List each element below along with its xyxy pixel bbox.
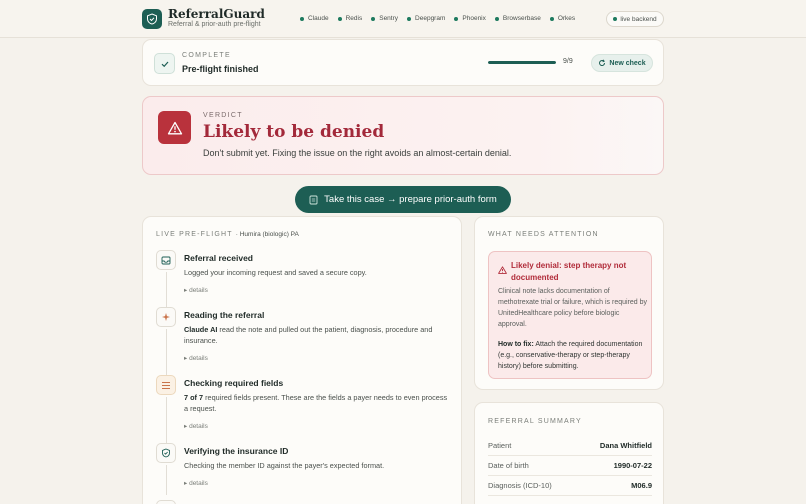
check-icon	[154, 53, 175, 74]
step-title: Referral received	[184, 253, 253, 263]
step-description: Claude AI read the note and pulled out t…	[184, 325, 433, 346]
step-connector	[166, 329, 167, 375]
status-dot-icon	[549, 16, 554, 21]
case-context: · Humira (biologic) PA	[235, 231, 299, 238]
step-verifying-insurance: Verifying the insurance ID Checking the …	[156, 443, 451, 503]
status-dot-icon	[407, 16, 412, 21]
service-status-list: Claude Redis Sentry Deepgram Phoenix Bro…	[300, 15, 575, 22]
verdict-title: Likely to be denied	[203, 122, 385, 142]
service-browserbase: Browserbase	[494, 15, 541, 22]
attention-header: WHAT NEEDS ATTENTION	[488, 231, 599, 238]
progress-text: 9/9	[563, 58, 573, 65]
shield-check-icon	[156, 443, 176, 463]
brand-name: ReferralGuard	[168, 7, 265, 21]
denial-alert: Likely denial: step therapy not document…	[488, 251, 652, 379]
status-dot-icon	[300, 16, 304, 21]
new-check-button[interactable]: New check	[591, 54, 653, 72]
step-details-toggle[interactable]: ▸ details	[184, 422, 208, 430]
backend-status-badge: live backend	[606, 11, 664, 27]
status-label: COMPLETE	[182, 52, 231, 59]
step-connector	[166, 397, 167, 443]
alert-fix: How to fix: Attach the required document…	[498, 341, 643, 370]
step-details-toggle[interactable]: ▸ details	[184, 479, 208, 487]
status-card: COMPLETE Pre-flight finished 9/9 New che…	[142, 39, 664, 86]
step-title: Checking required fields	[184, 378, 284, 388]
prepare-prior-auth-button[interactable]: Take this case → prepare prior-auth form	[295, 186, 511, 213]
step-details-toggle[interactable]: ▸ details	[184, 286, 208, 294]
alert-title: Likely denial: step therapy not document…	[511, 261, 627, 282]
alert-warning-icon	[498, 266, 507, 274]
attention-panel: WHAT NEEDS ATTENTION Likely denial: step…	[474, 216, 664, 390]
service-sentry: Sentry	[371, 15, 398, 22]
status-dot-icon	[454, 16, 459, 21]
service-claude: Claude	[300, 15, 329, 22]
top-bar: ReferralGuard Referral & prior-auth pre-…	[0, 0, 806, 38]
step-title: Verifying the insurance ID	[184, 446, 289, 456]
step-details-toggle[interactable]: ▸ details	[184, 354, 208, 362]
inbox-icon	[156, 250, 176, 270]
status-title: Pre-flight finished	[182, 64, 259, 74]
service-orkes: Orkes	[549, 15, 575, 22]
pending-step-icon	[156, 500, 176, 504]
step-next	[156, 500, 451, 504]
preflight-header: LIVE PRE-FLIGHT · Humira (biologic) PA	[156, 231, 299, 238]
progress-fill	[488, 61, 556, 64]
warning-icon	[158, 111, 191, 144]
status-dot-icon	[337, 16, 342, 21]
sparkle-icon	[156, 307, 176, 327]
summary-row-patient: Patient Dana Whitfield	[488, 436, 652, 456]
service-deepgram: Deepgram	[407, 15, 445, 22]
step-reading-referral: Reading the referral Claude AI read the …	[156, 307, 451, 377]
brand-tagline: Referral & prior-auth pre-flight	[168, 21, 261, 28]
step-description: 7 of 7 required fields present. These ar…	[184, 393, 448, 414]
service-redis: Redis	[337, 15, 362, 22]
verdict-label: VERDICT	[203, 112, 243, 119]
document-icon	[309, 195, 318, 204]
live-dot-icon	[613, 17, 618, 21]
alert-body: Clinical note lacks documentation of met…	[498, 288, 648, 328]
list-icon	[156, 375, 176, 395]
service-phoenix: Phoenix	[454, 15, 486, 22]
verdict-card: VERDICT Likely to be denied Don't submit…	[142, 96, 664, 175]
referral-summary-panel: REFERRAL SUMMARY Patient Dana Whitfield …	[474, 402, 664, 504]
summary-header: REFERRAL SUMMARY	[488, 418, 582, 425]
refresh-icon	[599, 59, 606, 67]
summary-row-dob: Date of birth 1990-07-22	[488, 456, 652, 476]
step-description: Checking the member ID against the payer…	[184, 461, 385, 470]
step-title: Reading the referral	[184, 310, 265, 320]
status-dot-icon	[371, 16, 376, 21]
summary-row-diagnosis: Diagnosis (ICD-10) M06.9	[488, 476, 652, 496]
step-connector	[166, 465, 167, 495]
step-checking-fields: Checking required fields 7 of 7 required…	[156, 375, 451, 445]
verdict-subtitle: Don't submit yet. Fixing the issue on th…	[203, 148, 512, 158]
step-description: Logged your incoming request and saved a…	[184, 268, 367, 277]
brand-logo-icon	[142, 9, 162, 29]
live-preflight-panel: LIVE PRE-FLIGHT · Humira (biologic) PA R…	[142, 216, 462, 504]
progress-bar	[488, 61, 556, 64]
status-dot-icon	[494, 16, 499, 21]
